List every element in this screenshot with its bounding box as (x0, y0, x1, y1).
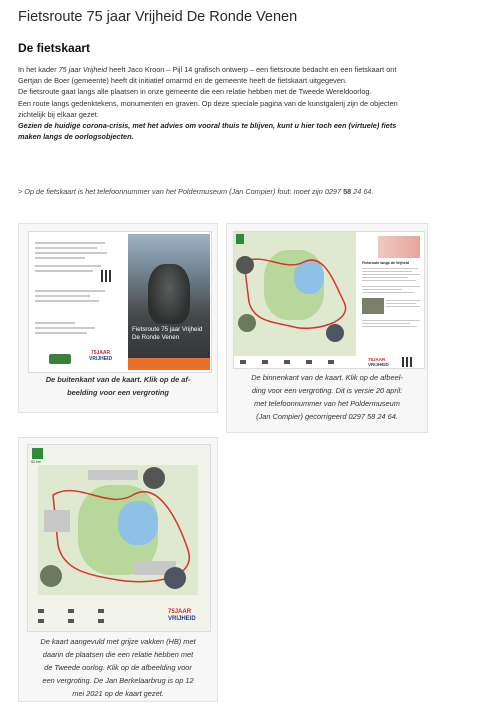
route-map (38, 465, 198, 595)
section-title: De fietskaart (18, 41, 91, 55)
map-outside-thumbnail[interactable]: 75JAAR VRIJHEID Fietsroute 75 jaar Vrijhe… (28, 231, 212, 373)
info-box (44, 510, 70, 532)
route-map (234, 232, 356, 356)
cover-title: Fietsroute 75 jaar Vrijheid De Ronde Ven… (132, 326, 203, 341)
route-length-label: 52 km (31, 460, 41, 464)
map-cover-panel: Fietsroute 75 jaar Vrijheid De Ronde Ven… (128, 234, 210, 370)
map-extended-thumbnail[interactable]: 52 km 75JAAR VRIJHEID (27, 444, 211, 632)
photo-circle (164, 567, 186, 589)
intro-text: In het kader 75 jaar Vrijheid heeft Jaco… (18, 64, 484, 142)
photo-circle (238, 314, 256, 332)
qr-code-icon (402, 357, 412, 367)
photo-circle (143, 467, 165, 489)
intro-line: Gertjan de Boer (gemeente) heeft dit ini… (18, 76, 347, 86)
phone-correction-note: > Op de fietskaart is het telefoonnummer… (18, 187, 374, 196)
intro-notice-line: maken langs de oorlogsobjecten. (18, 132, 134, 142)
bike-logo-icon (236, 234, 244, 244)
map-legend: 75JAAR VRIJHEID (28, 605, 210, 631)
page-title: Fietsroute 75 jaar Vrijheid De Ronde Ven… (18, 9, 298, 25)
intro-line: In het kader 75 jaar Vrijheid heeft Jaco… (18, 65, 397, 74)
gallery-card-extended: 52 km 75JAAR VRIJHEID De kaart aangevuld… (18, 437, 218, 702)
statue-illustration (148, 264, 190, 324)
intro-line: De fietsroute gaat langs alle plaatsen i… (18, 87, 372, 97)
card-caption: De buitenkant van de kaart. Klik op de a… (45, 375, 191, 397)
municipality-logo (49, 354, 71, 364)
map-inside-thumbnail[interactable]: Fietsroute langs de Vrijheid 75JAAR VRIJ… (233, 231, 425, 369)
card-caption: De kaart aangevuld met grijze vakken (HB… (40, 637, 196, 698)
map-legend: 75JAAR VRIJHEID (234, 356, 424, 368)
gallery-card-inside: Fietsroute langs de Vrijheid 75JAAR VRIJ… (226, 223, 428, 433)
inside-panel-title: Fietsroute langs de Vrijheid (362, 261, 409, 265)
intro-line: zichtelijk bij elkaar gezet. (18, 109, 99, 119)
intro-line: Een route langs gedenktekens, monumenten… (18, 98, 398, 108)
page: Fietsroute 75 jaar Vrijheid De Ronde Ven… (0, 0, 484, 702)
vrijheid-logo: 75JAAR VRIJHEID (168, 609, 196, 622)
vrijheid-logo: 75JAAR VRIJHEID (89, 350, 113, 362)
bike-logo-icon (32, 448, 43, 459)
qr-code-icon (101, 270, 113, 282)
gallery-card-outside: 75JAAR VRIJHEID Fietsroute 75 jaar Vrijhe… (18, 223, 218, 413)
vrijheid-logo: 75JAAR VRIJHEID (368, 357, 389, 367)
card-caption: De binnenkant van de kaart. Klik op de a… (251, 373, 403, 421)
photo-circle (236, 256, 254, 274)
info-box (88, 470, 138, 480)
cover-orange-bar (128, 358, 210, 370)
map-text-panel: 75JAAR VRIJHEID (29, 232, 120, 372)
photo-circle (326, 324, 344, 342)
rose-photo (378, 236, 420, 258)
inside-text-panel: Fietsroute langs de Vrijheid (360, 232, 424, 356)
inside-photo (362, 298, 384, 314)
intro-notice-line: Gezien de huidige corona-crisis, met het… (18, 120, 397, 130)
photo-circle (40, 565, 62, 587)
